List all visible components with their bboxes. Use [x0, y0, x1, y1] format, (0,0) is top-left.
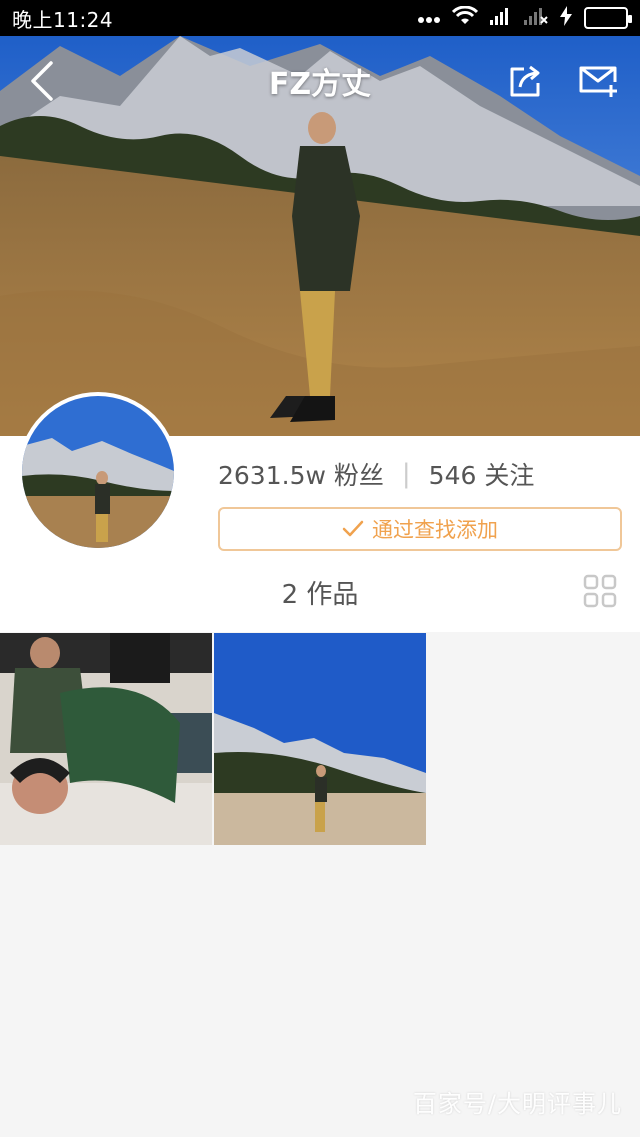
grid-icon	[583, 574, 617, 608]
followers-label: 粉丝	[333, 461, 384, 490]
message-add-icon	[579, 66, 617, 97]
wifi-icon	[451, 5, 479, 30]
following-count: 546	[428, 461, 477, 490]
back-icon	[31, 61, 53, 101]
signal-icon	[490, 7, 512, 29]
works-grid	[0, 633, 640, 845]
share-button[interactable]	[504, 59, 548, 103]
status-time: 晚上11:24	[12, 7, 114, 32]
battery-icon	[584, 7, 632, 29]
followers-stat[interactable]: 2631.5w 粉丝	[218, 456, 384, 492]
profile-stats: 2631.5w 粉丝 | 546 关注	[218, 456, 534, 492]
followers-count: 2631.5w	[218, 461, 326, 490]
work-thumb-2-image	[214, 633, 426, 845]
works-count: 2 作品	[281, 580, 359, 610]
top-nav: FZ方丈	[0, 36, 640, 126]
work-thumb-1[interactable]	[0, 633, 212, 845]
following-label: 关注	[484, 461, 535, 490]
grid-view-toggle[interactable]	[583, 574, 617, 608]
following-stat[interactable]: 546 关注	[429, 456, 535, 492]
back-button[interactable]	[20, 59, 64, 103]
status-bar: 晚上11:24	[0, 0, 640, 36]
work-thumb-1-image	[0, 633, 212, 845]
message-button[interactable]	[576, 59, 620, 103]
nav-actions	[504, 59, 620, 103]
watermark: 百家号/大明评事儿	[412, 1090, 622, 1118]
signal-off-icon	[524, 7, 548, 29]
work-thumb-2[interactable]	[214, 633, 426, 845]
charging-icon	[560, 6, 572, 30]
share-icon	[510, 65, 540, 97]
avatar[interactable]	[18, 392, 178, 552]
add-button-label: 通过查找添加	[372, 518, 498, 542]
status-icons	[418, 5, 632, 30]
check-icon	[342, 520, 364, 537]
add-via-search-button[interactable]: 通过查找添加	[218, 507, 622, 551]
stats-divider: |	[401, 459, 411, 489]
avatar-image	[22, 396, 174, 548]
more-dots-icon	[418, 9, 440, 28]
